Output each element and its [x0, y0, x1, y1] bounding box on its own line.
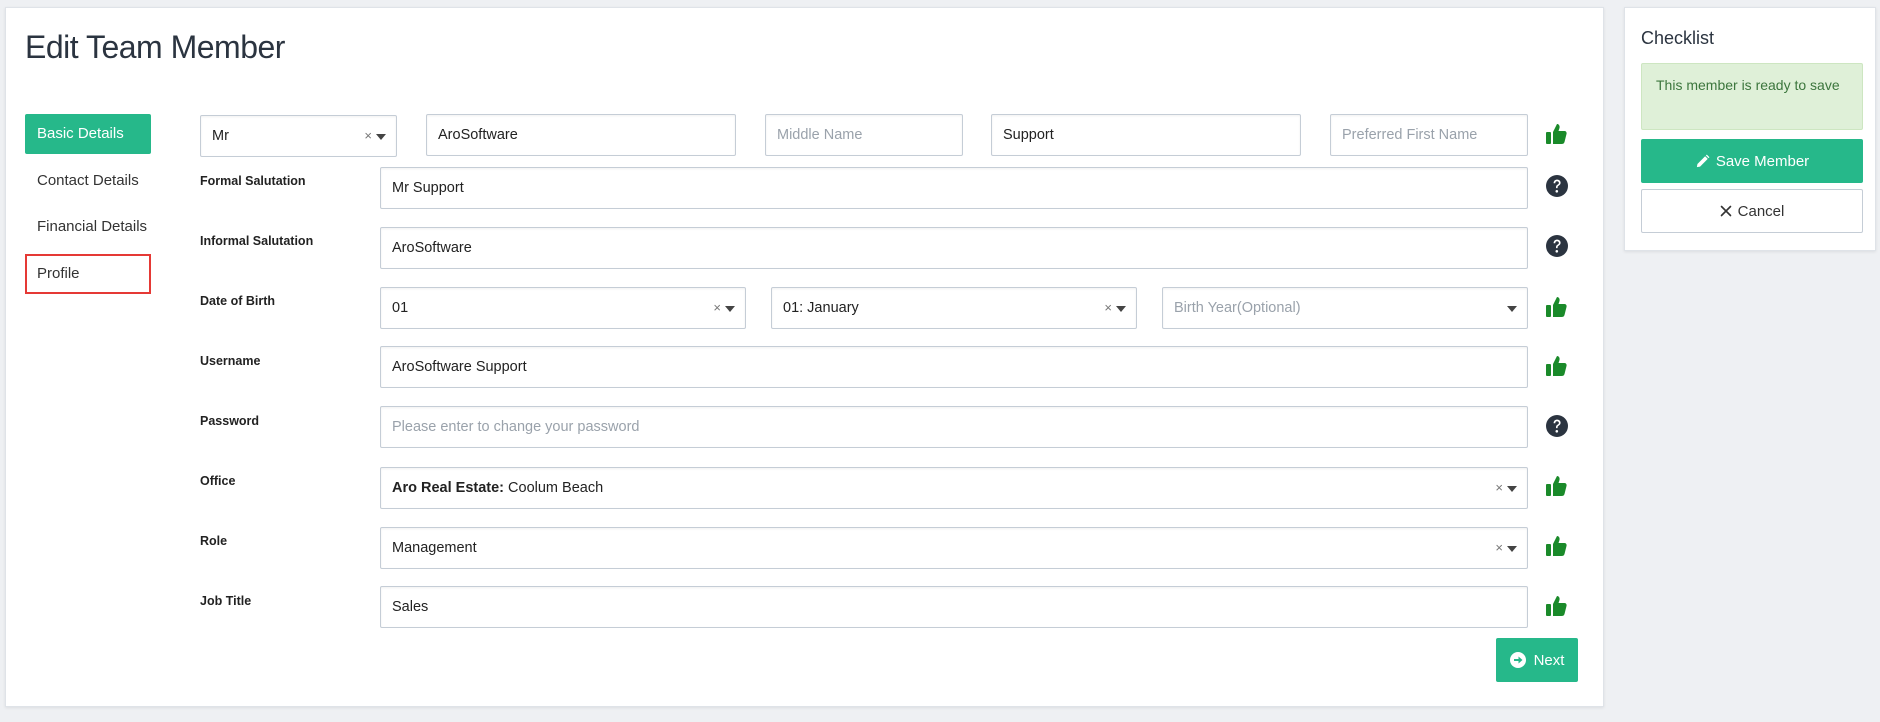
- birth-day-value: 01: [392, 300, 409, 316]
- checklist-panel: Checklist This member is ready to save S…: [1624, 7, 1876, 251]
- clear-icon[interactable]: ×: [1495, 528, 1503, 568]
- thumbs-up-icon: [1544, 474, 1568, 498]
- question-circle-icon[interactable]: [1545, 234, 1569, 258]
- password-label: Password: [200, 414, 260, 428]
- chevron-down-icon: [1507, 306, 1517, 312]
- next-button[interactable]: Next: [1496, 638, 1578, 682]
- username-field[interactable]: AroSoftware Support: [380, 346, 1528, 388]
- birth-day-select[interactable]: 01 ×: [380, 287, 746, 329]
- checklist-status-alert: This member is ready to save: [1641, 63, 1863, 130]
- office-location: Coolum Beach: [504, 480, 604, 496]
- username-label: Username: [200, 354, 261, 368]
- birth-month-select[interactable]: 01: January ×: [771, 287, 1137, 329]
- thumbs-up-icon: [1544, 122, 1568, 146]
- thumbs-up-icon: [1544, 594, 1568, 618]
- password-field[interactable]: Please enter to change your password: [380, 406, 1528, 448]
- clear-icon[interactable]: ×: [1104, 288, 1112, 328]
- save-member-label: Save Member: [1715, 152, 1810, 170]
- role-value: Management: [392, 540, 477, 556]
- chevron-down-icon: [1116, 306, 1126, 312]
- tab-profile[interactable]: Profile: [25, 254, 151, 294]
- birth-month-value: 01: January: [783, 300, 859, 316]
- clear-icon[interactable]: ×: [1495, 468, 1503, 508]
- preferred-name-field[interactable]: Preferred First Name: [1330, 114, 1528, 156]
- role-label: Role: [200, 534, 228, 548]
- birth-year-placeholder: Birth Year(Optional): [1174, 300, 1301, 316]
- formal-salutation-label: Formal Salutation: [200, 174, 306, 188]
- cancel-button[interactable]: Cancel: [1641, 189, 1863, 233]
- middle-name-field[interactable]: Middle Name: [765, 114, 963, 156]
- job-title-field[interactable]: Sales: [380, 586, 1528, 628]
- next-button-label: Next: [1533, 651, 1565, 669]
- chevron-down-icon: [376, 134, 386, 140]
- last-name-field[interactable]: Support: [991, 114, 1301, 156]
- title-value: Mr: [212, 128, 229, 144]
- arrow-right-icon: [1509, 652, 1526, 668]
- tab-financial-details[interactable]: Financial Details: [25, 207, 151, 247]
- question-circle-icon[interactable]: [1545, 174, 1569, 198]
- formal-salutation-field[interactable]: Mr Support: [380, 167, 1528, 209]
- tab-basic-details[interactable]: Basic Details: [25, 114, 151, 154]
- close-icon: [1720, 205, 1731, 217]
- save-member-button[interactable]: Save Member: [1641, 139, 1863, 183]
- chevron-down-icon: [1507, 486, 1517, 492]
- office-company: Aro Real Estate:: [392, 480, 505, 496]
- office-label: Office: [200, 474, 236, 488]
- page-title: Edit Team Member: [25, 29, 285, 65]
- chevron-down-icon: [1507, 546, 1517, 552]
- job-title-label: Job Title: [200, 594, 252, 608]
- office-select[interactable]: Aro Real Estate: Coolum Beach ×: [380, 467, 1528, 509]
- date-of-birth-label: Date of Birth: [200, 294, 275, 308]
- informal-salutation-label: Informal Salutation: [200, 234, 314, 248]
- pencil-icon: [1696, 154, 1710, 167]
- first-name-field[interactable]: AroSoftware: [426, 114, 736, 156]
- birth-year-select[interactable]: Birth Year(Optional): [1162, 287, 1528, 329]
- clear-icon[interactable]: ×: [713, 288, 721, 328]
- informal-salutation-field[interactable]: AroSoftware: [380, 227, 1528, 269]
- thumbs-up-icon: [1544, 534, 1568, 558]
- checklist-title: Checklist: [1641, 28, 1715, 48]
- question-circle-icon[interactable]: [1545, 414, 1569, 438]
- thumbs-up-icon: [1544, 295, 1568, 319]
- thumbs-up-icon: [1544, 354, 1568, 378]
- chevron-down-icon: [725, 306, 735, 312]
- clear-icon[interactable]: ×: [364, 116, 372, 156]
- cancel-label: Cancel: [1737, 202, 1785, 220]
- tab-contact-details[interactable]: Contact Details: [25, 161, 151, 201]
- title-select[interactable]: Mr ×: [200, 115, 397, 157]
- role-select[interactable]: Management ×: [380, 527, 1528, 569]
